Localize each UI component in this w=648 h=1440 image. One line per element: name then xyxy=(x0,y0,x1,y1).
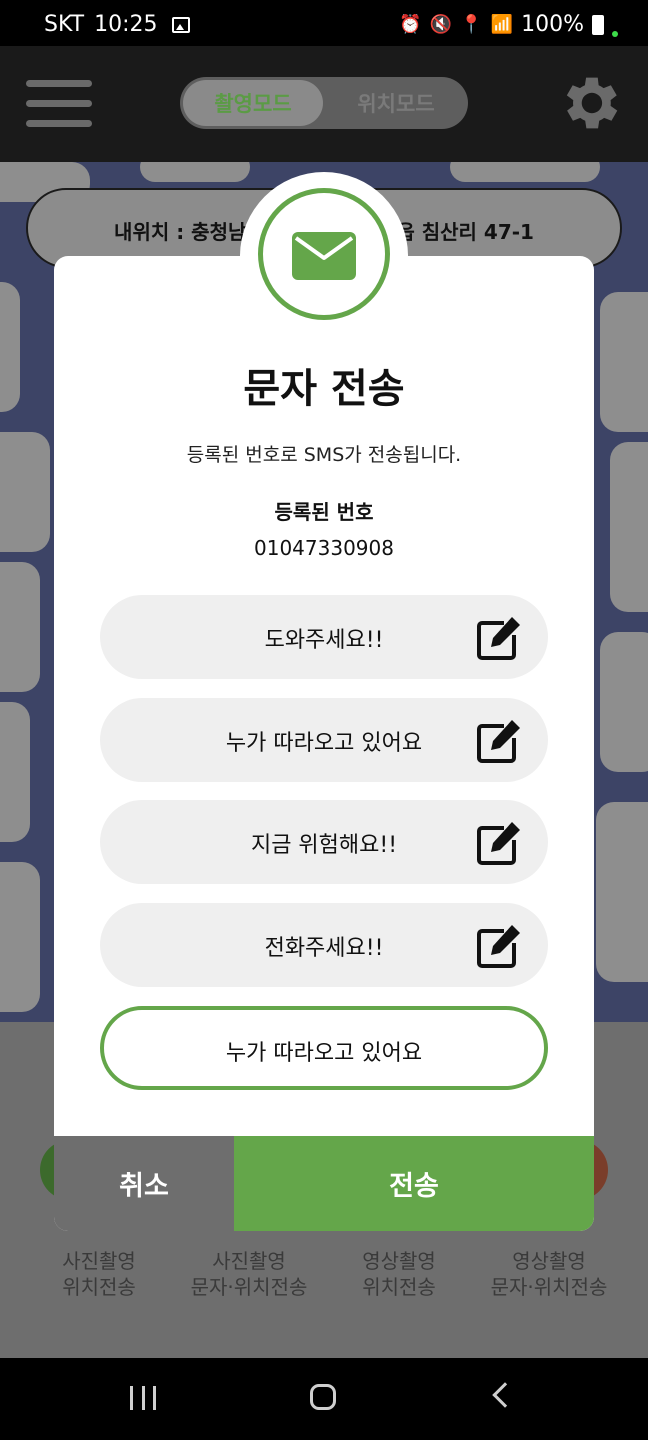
recent-apps-icon[interactable] xyxy=(130,1386,156,1410)
mute-icon: 🔇 xyxy=(429,14,453,35)
registered-number: 01047330908 xyxy=(254,536,394,560)
caption-photo-sms-location[interactable]: 사진촬영 문자·위치전송 xyxy=(174,1248,324,1300)
privacy-indicator-icon xyxy=(612,30,618,37)
gear-icon[interactable] xyxy=(554,68,624,138)
status-bar: SKT 10:25 ⏰ 🔇 📍 📶 100% xyxy=(0,0,648,46)
mail-icon xyxy=(292,232,356,280)
message-option-4[interactable]: 전화주세요!! xyxy=(100,903,548,987)
carrier: SKT xyxy=(44,12,85,37)
message-option-3[interactable]: 지금 위험해요!! xyxy=(100,800,548,884)
battery-icon xyxy=(592,14,604,35)
caption-video-location[interactable]: 영상촬영 위치전송 xyxy=(324,1248,474,1300)
location-icon: 📍 xyxy=(460,14,483,35)
back-icon[interactable] xyxy=(492,1382,518,1408)
caption-video-sms-location[interactable]: 영상촬영 문자·위치전송 xyxy=(474,1248,624,1300)
home-icon[interactable] xyxy=(310,1384,336,1410)
wifi-icon: 📶 xyxy=(490,14,514,35)
edit-icon[interactable] xyxy=(474,921,524,971)
selected-message-field[interactable]: 누가 따라오고 있어요 xyxy=(100,1006,548,1090)
location-suffix: 읍 침산리 47-1 xyxy=(396,220,534,244)
mode-toggle[interactable]: 촬영모드 위치모드 xyxy=(180,77,468,129)
registered-number-label: 등록된 번호 xyxy=(274,500,374,524)
dialog-description: 등록된 번호로 SMS가 전송됩니다. xyxy=(186,444,462,466)
edit-icon[interactable] xyxy=(474,818,524,868)
edit-icon[interactable] xyxy=(474,716,524,766)
photo-mode-tab[interactable]: 촬영모드 xyxy=(183,80,323,126)
menu-icon[interactable] xyxy=(26,80,92,128)
cancel-button[interactable]: 취소 xyxy=(54,1136,234,1231)
system-nav-bar xyxy=(0,1358,648,1440)
location-prefix: 내위치 : 충청남 xyxy=(114,220,247,244)
selected-message-text: 누가 따라오고 있어요 xyxy=(225,1041,423,1066)
app-header: 촬영모드 위치모드 xyxy=(0,46,648,162)
message-option-2[interactable]: 누가 따라오고 있어요 xyxy=(100,698,548,782)
message-option-1[interactable]: 도와주세요!! xyxy=(100,595,548,679)
send-button[interactable]: 전송 xyxy=(234,1136,594,1231)
gallery-notification-icon xyxy=(171,16,190,33)
sms-dialog: 문자 전송 등록된 번호로 SMS가 전송됩니다. 등록된 번호 0104733… xyxy=(54,256,594,1231)
caption-photo-location[interactable]: 사진촬영 위치전송 xyxy=(24,1248,174,1300)
clock: 10:25 xyxy=(94,12,158,37)
battery-percent: 100% xyxy=(521,12,584,37)
dialog-title: 문자 전송 xyxy=(243,366,405,412)
edit-icon[interactable] xyxy=(474,613,524,663)
alarm-icon: ⏰ xyxy=(399,14,422,35)
location-mode-tab[interactable]: 위치모드 xyxy=(328,80,464,126)
